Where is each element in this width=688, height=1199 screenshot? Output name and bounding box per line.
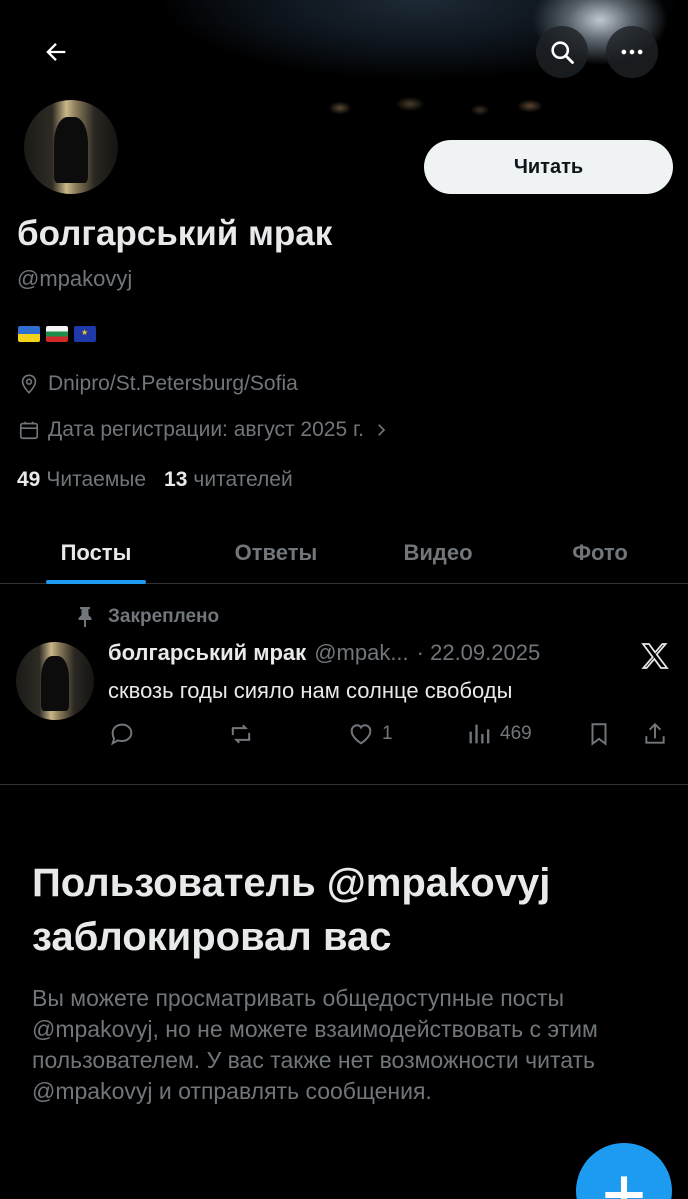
like-count: 1 [382,723,393,744]
x-logo-icon[interactable] [638,640,672,672]
back-button[interactable] [30,26,82,78]
profile-display-name: болгарський мрак [17,214,333,253]
eu-flag-icon [74,326,96,342]
more-horizontal-icon [621,49,643,55]
search-button[interactable] [536,26,588,78]
tab-photos[interactable]: Фото [550,522,650,584]
bookmark-button[interactable] [586,720,612,748]
following-count: 49 [17,468,41,491]
follow-button[interactable]: Читать [424,140,673,194]
tab-videos[interactable]: Видео [378,522,498,584]
pinned-indicator: Закреплено [76,606,219,628]
pin-icon [78,607,92,627]
bookmark-icon [591,723,607,746]
pinned-label: Закреплено [108,606,220,627]
post-header: болгарський мрак @mpak... · 22.09.2025 [108,640,540,666]
reply-icon [111,723,133,746]
like-button[interactable]: 1 [346,720,393,748]
banner-rocks [300,90,560,120]
profile-tabs: Посты Ответы Видео Фото [0,522,688,584]
post-date[interactable]: · 22.09.2025 [417,640,541,666]
profile-avatar[interactable] [20,96,122,198]
blocked-description: Вы можете просматривать общедоступные по… [32,985,598,1104]
joined-text: Дата регистрации: август 2025 г. [48,418,364,441]
more-button[interactable] [606,26,658,78]
reply-button[interactable] [108,720,136,748]
location-pin-icon [21,374,37,394]
following-link[interactable]: 49 Читаемые [17,468,146,492]
repost-button[interactable] [226,720,256,748]
blocked-title: Пользователь @mpakovyj заблокировал вас [32,861,551,959]
bulgaria-flag-icon [46,326,68,342]
chevron-right-icon [378,424,386,436]
profile-handle: @mpakovyj [17,266,133,291]
profile-joined[interactable]: Дата регистрации: август 2025 г. [18,418,390,442]
profile-location: Dnipro/St.Petersburg/Sofia [18,372,298,396]
view-count: 469 [500,723,532,744]
compose-button[interactable] [576,1143,672,1199]
post-author-avatar[interactable] [16,642,94,720]
arrow-left-icon [46,43,66,61]
tab-replies[interactable]: Ответы [206,522,346,584]
plus-icon [605,1176,643,1199]
views-button[interactable]: 469 [466,720,532,748]
post-author-name[interactable]: болгарський мрак [108,640,306,666]
bar-chart-icon [469,724,490,744]
follow-stats: 49 Читаемые 13 читателей [17,468,293,492]
post-divider [0,784,688,785]
following-label: Читаемые [46,468,147,491]
followers-count: 13 [164,468,188,491]
followers-label: читателей [193,468,293,491]
calendar-icon [19,421,39,440]
location-text: Dnipro/St.Petersburg/Sofia [48,372,298,395]
ukraine-flag-icon [18,326,40,342]
repost-icon [231,724,251,744]
tab-posts[interactable]: Посты [46,522,146,584]
followers-link[interactable]: 13 читателей [164,468,293,492]
search-icon [551,41,574,64]
post-author-handle[interactable]: @mpak... [314,640,408,666]
post-text: сквозь годы сияло нам солнце свободы [108,678,513,703]
share-icon [645,722,665,744]
bio-flags [18,326,96,342]
share-button[interactable] [642,720,668,748]
heart-icon [350,724,372,745]
post-actions: 1 469 [108,720,673,752]
